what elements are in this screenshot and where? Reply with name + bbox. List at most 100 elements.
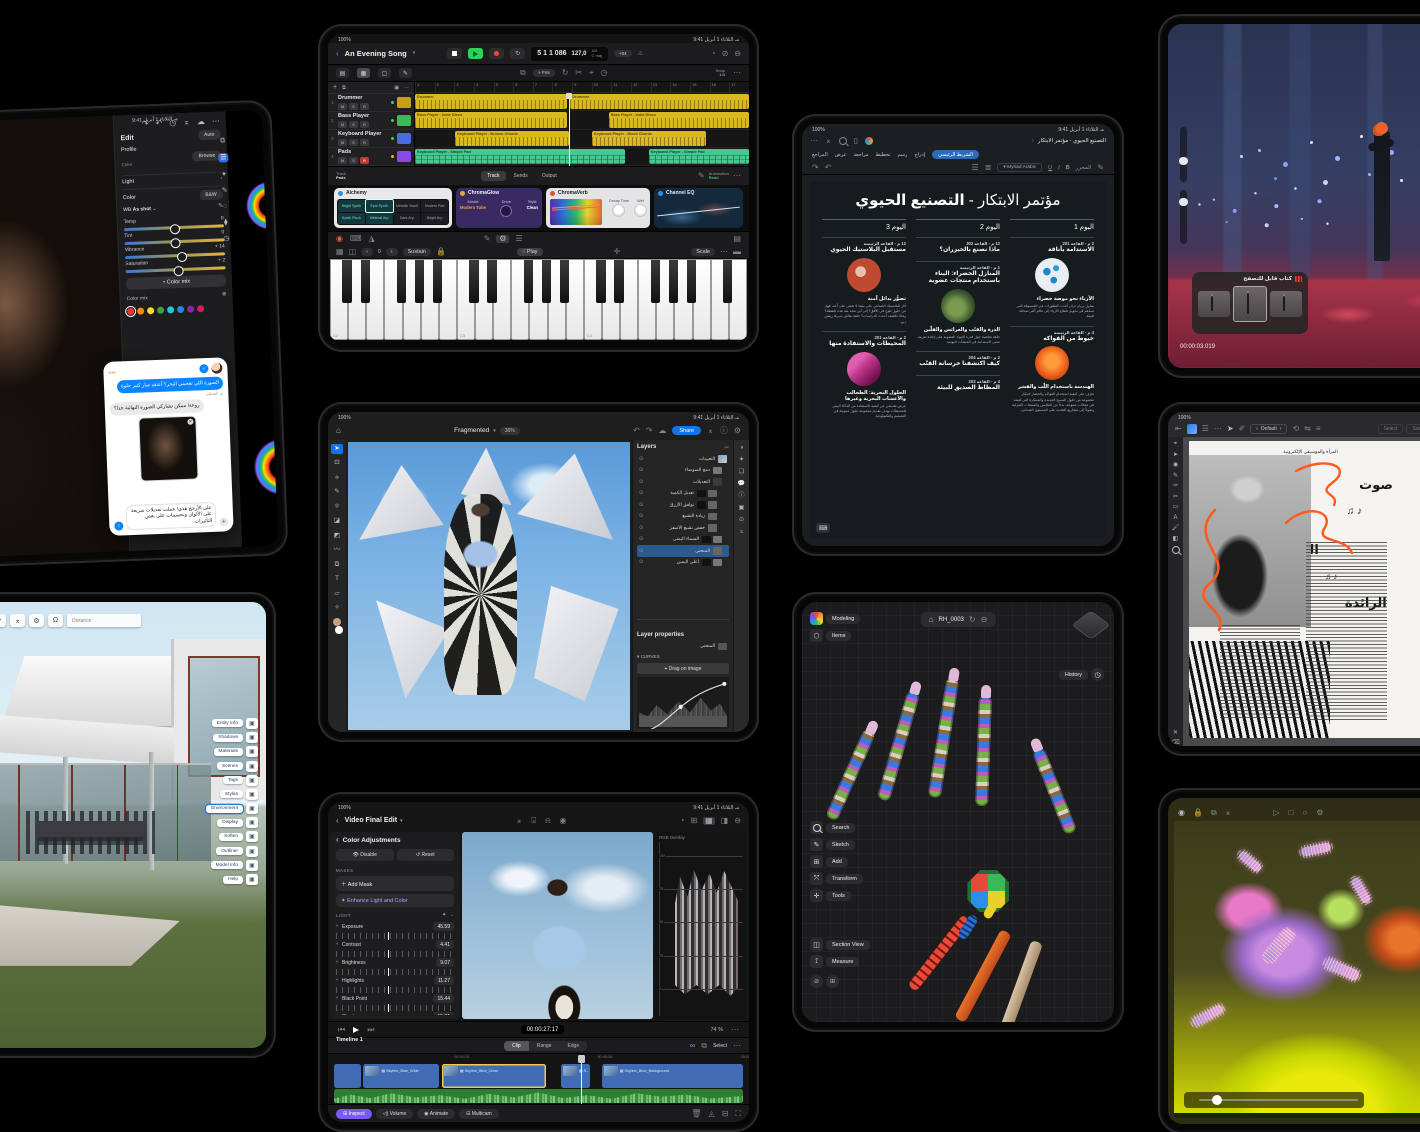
node-tool-icon[interactable]: ✐ — [1239, 425, 1246, 433]
message-input[interactable]: على الأرجح هذي! عملت تعديلات سريعة على ا… — [126, 501, 217, 530]
panel-label[interactable]: Styles — [220, 790, 243, 798]
forward-icon[interactable]: › — [199, 364, 208, 373]
ribbon-tab[interactable]: إدراج — [914, 152, 925, 158]
region[interactable]: Keyboard Player - Simple Pad — [649, 149, 749, 164]
track-lane[interactable]: DrummerDrummer — [415, 93, 749, 111]
tool-multicam[interactable]: ⊟ Multicam — [459, 1109, 499, 1119]
menu-icon[interactable]: ☰ — [1202, 425, 1209, 433]
layer-visibility-icon[interactable]: ⊙ — [639, 456, 643, 462]
timeline-clip[interactable] — [334, 1064, 361, 1088]
timeline-ruler[interactable]: 00:00:1500:00:3000:00:45 — [328, 1053, 749, 1063]
filter-layers-icon[interactable]: ≔ — [724, 446, 729, 451]
notifications-icon[interactable]: Ω — [48, 614, 63, 627]
copy-icon[interactable]: ⧉ — [701, 1042, 707, 1050]
layer-row[interactable]: السماء اليمنى⊙ — [637, 534, 729, 546]
italic-button[interactable]: I — [1058, 165, 1060, 171]
move-tool-icon[interactable]: ➤ — [331, 444, 343, 454]
editor-label[interactable]: المحرر — [1076, 165, 1092, 171]
project-title[interactable]: An Evening Song — [345, 49, 407, 58]
browser-view-icon[interactable]: ▤ — [336, 68, 349, 78]
layers-icon[interactable]: ❏ — [739, 469, 744, 475]
curves-section[interactable]: ▾ CURVES — [637, 654, 729, 660]
solo-button[interactable]: S — [349, 103, 358, 110]
tool-label[interactable]: Sketch — [826, 840, 855, 850]
region[interactable]: Keyboard Player - Broken Chords — [455, 131, 569, 146]
alchemy-preset[interactable]: Bright Synth — [338, 200, 365, 212]
document-page[interactable]: مؤتمر الابتكار - التصنيع الحيوي اليوم 12… — [810, 181, 1106, 538]
align-icon[interactable]: ≡ — [1316, 425, 1321, 433]
alchemy-preset[interactable]: Bright Arp — [421, 213, 448, 225]
record-take-icon[interactable]: ◉ — [336, 235, 343, 243]
cycle-button[interactable]: ↻ — [510, 48, 525, 59]
color-swatch[interactable] — [147, 307, 154, 314]
history2-icon[interactable]: ◷ — [223, 235, 229, 242]
more-icon[interactable]: ⋯ — [733, 69, 741, 77]
color-swatch[interactable] — [177, 306, 184, 313]
panel-label[interactable]: Entity Info — [212, 719, 243, 727]
grid-icon[interactable]: ⊞ — [826, 975, 839, 988]
panel-icon[interactable]: ▣ — [246, 874, 258, 885]
model-value[interactable]: Modern Tube — [460, 205, 486, 210]
inspector-tab-track[interactable]: Track — [481, 171, 505, 181]
panel-label[interactable]: Tags — [223, 776, 243, 784]
panel-icon[interactable]: ▣ — [246, 732, 258, 743]
solo-button[interactable]: S — [349, 121, 358, 128]
panel-icon[interactable]: ▣ — [246, 803, 258, 814]
layer-row[interactable]: توافق الأزرق⊙ — [637, 499, 729, 511]
photo-attachment[interactable]: ✕ — [138, 415, 198, 481]
alchemy-preset[interactable]: Epic Synth — [366, 200, 393, 212]
drive-knob[interactable] — [500, 205, 512, 217]
tempo-icon[interactable]: ◷ — [601, 69, 608, 77]
ribbon-tab[interactable]: عرض — [835, 152, 847, 158]
back-icon[interactable]: ‹ — [336, 817, 339, 825]
arrow-icon[interactable]: ✛ — [614, 248, 621, 256]
transform-icon[interactable]: ⤧ — [810, 872, 823, 885]
knife-tool-icon[interactable]: ✂ — [1173, 494, 1178, 500]
playhead[interactable] — [569, 93, 570, 166]
tool-animate[interactable]: ◉ Animate — [417, 1109, 455, 1119]
fullscreen-icon[interactable]: ⛶ — [735, 1110, 741, 1118]
brush-size-slider[interactable] — [1180, 127, 1187, 181]
adjustments-icon[interactable]: ◑ — [740, 445, 744, 451]
reset-button[interactable]: ↺ Reset — [397, 849, 455, 861]
metronome-icon[interactable]: ◮ — [369, 235, 375, 243]
frame-thumbnail[interactable] — [1198, 291, 1230, 317]
piano-black-key[interactable] — [469, 260, 478, 303]
remove-attachment-icon[interactable]: ✕ — [187, 418, 193, 424]
inspector-tab-sends[interactable]: Sends — [508, 171, 534, 181]
edit-mode-range[interactable]: Range — [529, 1041, 560, 1051]
back-icon[interactable]: ‹ — [336, 50, 339, 58]
pen-tool-icon[interactable]: ✑ — [1173, 483, 1178, 489]
more-icon[interactable]: ⋯ — [1214, 425, 1222, 433]
alchemy-preset[interactable]: Modern Pad — [421, 200, 448, 212]
help-icon[interactable]: ⓘ — [720, 427, 728, 435]
ribbon-tab[interactable]: تخطيط — [876, 152, 891, 158]
list-icon[interactable]: ☰ — [971, 164, 978, 172]
layer-row[interactable]: المنحنى⊙ — [637, 545, 729, 557]
solo-button[interactable]: S — [349, 157, 358, 164]
record-enable-button[interactable]: R — [360, 157, 369, 164]
timeline-clip[interactable]: ▦ Skyline_Blue_Close — [442, 1064, 546, 1088]
camera-icon[interactable]: ⌻ — [531, 817, 536, 825]
mute-button[interactable]: M — [338, 121, 347, 128]
tracks-view-icon[interactable]: ▦ — [357, 68, 370, 78]
layer-visibility-icon[interactable]: ⊙ — [639, 548, 643, 554]
distance-input[interactable]: Distance — [67, 614, 141, 627]
piano-black-key[interactable] — [614, 260, 623, 303]
piano-black-key[interactable] — [687, 260, 696, 303]
bar-ruler[interactable]: 1234567891011121314151617 — [415, 82, 749, 93]
add-icon[interactable]: ⊞ — [810, 855, 823, 868]
render-viewport[interactable]: ⋮ — [1174, 821, 1420, 1118]
color-swatch[interactable] — [187, 306, 194, 313]
pencil-icon[interactable]: ✎ — [698, 172, 705, 180]
measure-icon[interactable]: ⟟ — [810, 955, 823, 968]
redo-icon[interactable]: ↷ — [812, 164, 819, 172]
mute-button[interactable]: M — [338, 139, 347, 146]
color-tool-icon[interactable]: ◉ — [1173, 462, 1178, 468]
section-view-icon[interactable]: ◫ — [810, 938, 823, 951]
piano-black-key[interactable] — [397, 260, 406, 303]
split-keys-icon[interactable]: ◫ — [349, 248, 357, 256]
play-button[interactable] — [468, 48, 483, 59]
redo-icon[interactable]: ↷ — [142, 120, 149, 128]
send-icon[interactable]: ↑ — [114, 521, 123, 530]
